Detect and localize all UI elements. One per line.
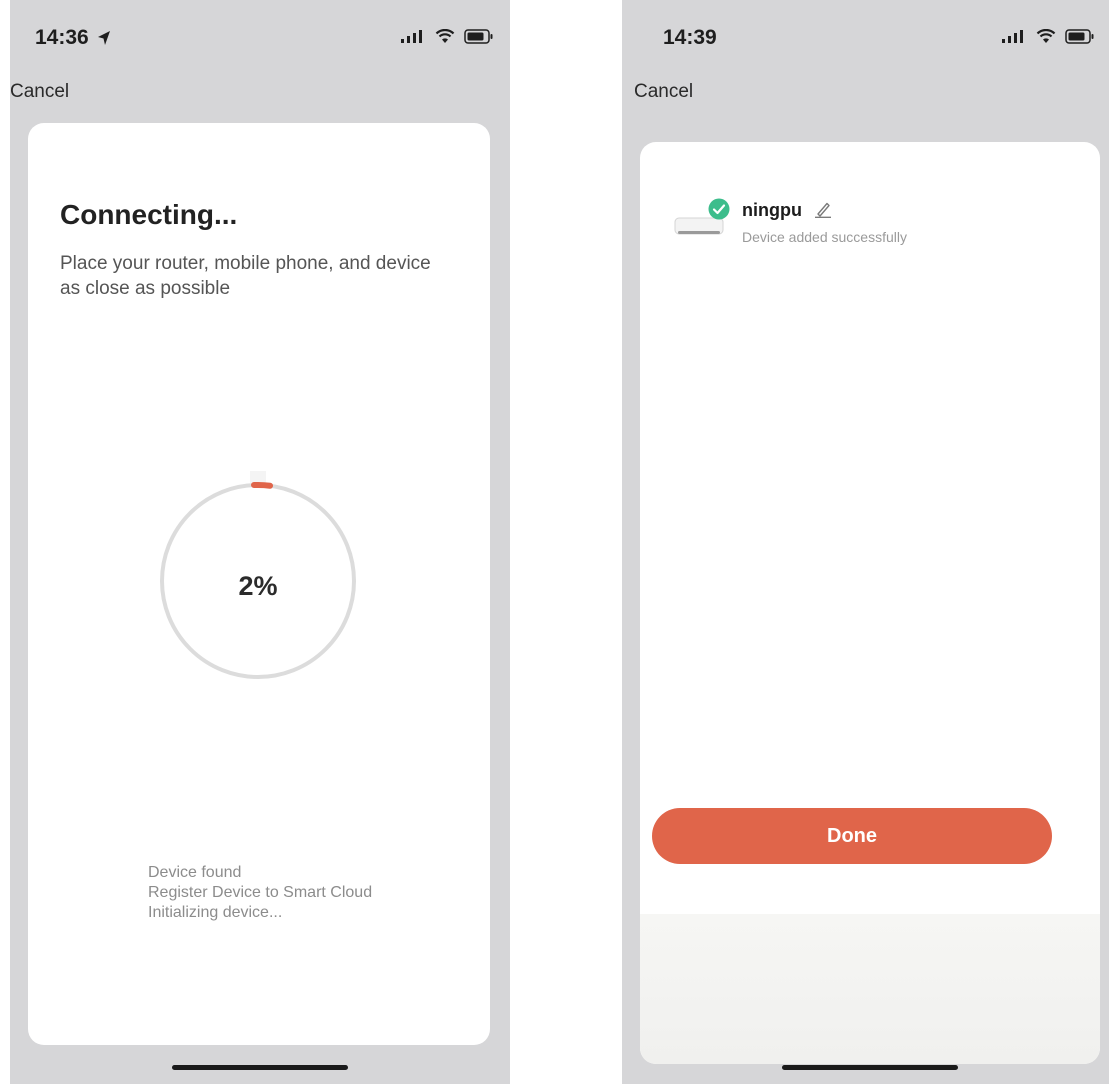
battery-icon bbox=[464, 29, 493, 44]
instruction-text: Place your router, mobile phone, and dev… bbox=[60, 253, 431, 299]
device-added-screen: 14:39 Cancel ningpu Device added success… bbox=[622, 0, 1109, 1084]
progress-percent: 2% bbox=[238, 571, 278, 601]
cancel-button[interactable]: Cancel bbox=[10, 81, 69, 103]
status-bar: 14:36 bbox=[10, 0, 510, 70]
device-list-item[interactable]: ningpu Device added successfully bbox=[674, 196, 1074, 256]
wifi-icon bbox=[1036, 29, 1056, 43]
status-time: 14:36 bbox=[35, 26, 89, 49]
status-icons bbox=[400, 29, 494, 44]
bottom-panel bbox=[640, 914, 1100, 1064]
done-button[interactable]: Done bbox=[652, 808, 1052, 864]
step-item: Device found bbox=[148, 864, 242, 881]
connection-steps: Device found Register Device to Smart Cl… bbox=[148, 863, 372, 923]
device-name: ningpu bbox=[742, 200, 802, 220]
device-added-card: ningpu Device added successfully bbox=[640, 142, 1100, 1064]
connecting-screen: 14:36 Cancel Connecting... Place your ro… bbox=[10, 0, 510, 1084]
home-indicator[interactable] bbox=[172, 1065, 348, 1070]
progress-ring-cap bbox=[250, 471, 266, 483]
location-arrow-icon bbox=[98, 31, 110, 45]
status-bar: 14:39 bbox=[622, 0, 1109, 70]
connecting-card: Connecting... Place your router, mobile … bbox=[28, 123, 490, 1045]
device-status-text: Device added successfully bbox=[742, 229, 907, 245]
wifi-icon bbox=[435, 29, 455, 43]
signal-icon bbox=[401, 29, 422, 43]
home-indicator[interactable] bbox=[782, 1065, 958, 1070]
check-circle-icon bbox=[708, 198, 730, 220]
cancel-button[interactable]: Cancel bbox=[634, 81, 693, 103]
progress-ring-arc bbox=[251, 482, 274, 489]
edit-pencil-icon[interactable] bbox=[814, 200, 832, 218]
status-icons bbox=[1001, 29, 1095, 44]
signal-icon bbox=[1002, 29, 1023, 43]
step-item: Initializing device... bbox=[148, 904, 283, 921]
status-time: 14:39 bbox=[663, 26, 717, 49]
battery-icon bbox=[1065, 29, 1094, 44]
step-item: Register Device to Smart Cloud bbox=[148, 884, 373, 901]
page-title: Connecting... bbox=[60, 199, 238, 230]
